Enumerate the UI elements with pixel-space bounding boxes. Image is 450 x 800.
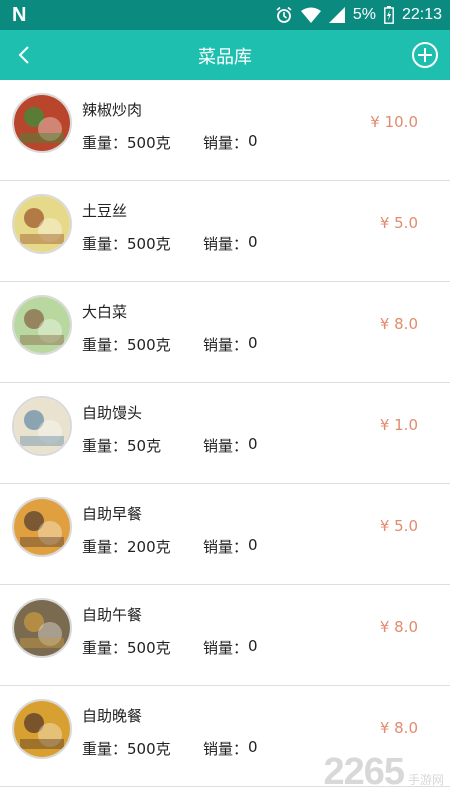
title-bar: 菜品库 [0, 30, 450, 80]
weight-value: 500克 [127, 235, 171, 253]
status-bar: N 5% 22:13 [0, 0, 450, 30]
sales-label: 销量： [203, 740, 249, 758]
dish-row[interactable]: 大白菜 重量： 500克 销量： 0 ¥ 8.0 [0, 282, 450, 383]
dish-price: ¥ 10.0 [370, 113, 418, 131]
signal-icon [328, 7, 345, 23]
plus-circle-icon[interactable] [410, 40, 440, 70]
dish-thumbnail [12, 295, 72, 355]
alarm-icon [276, 6, 292, 23]
dish-thumbnail [12, 93, 72, 153]
status-icons: 5% 22:13 [275, 0, 442, 30]
dish-name: 自助午餐 [82, 606, 143, 624]
dish-photo-icon [14, 701, 70, 757]
weight-label: 重量： [82, 437, 128, 455]
dish-thumbnail [12, 194, 72, 254]
weight-value: 500克 [127, 134, 171, 152]
clock-time: 22:13 [401, 6, 442, 23]
dish-photo-icon [14, 297, 70, 353]
dish-thumbnail [12, 598, 72, 658]
weight-label: 重量： [82, 538, 128, 556]
sales-value: 0 [248, 132, 258, 150]
dish-price: ¥ 8.0 [379, 719, 418, 737]
dish-photo-icon [14, 398, 70, 454]
sales-label: 销量： [203, 538, 249, 556]
sales-value: 0 [248, 738, 258, 756]
dish-row[interactable]: 自助早餐 重量： 200克 销量： 0 ¥ 5.0 [0, 484, 450, 585]
page-title: 菜品库 [198, 47, 252, 68]
dish-name: 自助馒头 [82, 404, 143, 422]
watermark-text: 手游网 [407, 773, 444, 787]
sales-label: 销量： [203, 639, 249, 657]
dish-price: ¥ 5.0 [379, 214, 418, 232]
dish-photo-icon [14, 196, 70, 252]
notification-n-icon: N [12, 4, 27, 26]
sales-label: 销量： [203, 235, 249, 253]
dish-row[interactable]: 辣椒炒肉 重量： 500克 销量： 0 ¥ 10.0 [0, 80, 450, 181]
weight-label: 重量： [82, 235, 128, 253]
dish-photo-icon [14, 499, 70, 555]
weight-value: 500克 [127, 740, 171, 758]
weight-value: 200克 [127, 538, 171, 556]
battery-percent: 5% [352, 6, 376, 23]
dish-price: ¥ 1.0 [379, 416, 418, 434]
sales-value: 0 [248, 536, 258, 554]
sales-value: 0 [248, 334, 258, 352]
weight-value: 500克 [127, 336, 171, 354]
dish-thumbnail [12, 396, 72, 456]
dish-photo-icon [14, 95, 70, 151]
dish-name: 自助晚餐 [82, 707, 143, 725]
dish-price: ¥ 8.0 [379, 315, 418, 333]
sales-label: 销量： [203, 134, 249, 152]
weight-label: 重量： [82, 336, 128, 354]
dish-list: 辣椒炒肉 重量： 500克 销量： 0 ¥ 10.0 土豆丝 重量： 500克 … [0, 80, 450, 787]
weight-label: 重量： [82, 740, 128, 758]
dish-price: ¥ 8.0 [379, 618, 418, 636]
sales-value: 0 [248, 435, 258, 453]
dish-row[interactable]: 自助馒头 重量： 50克 销量： 0 ¥ 1.0 [0, 383, 450, 484]
battery-icon [384, 6, 394, 24]
dish-name: 土豆丝 [82, 202, 128, 220]
weight-value: 500克 [127, 639, 171, 657]
dish-thumbnail [12, 699, 72, 759]
sales-label: 销量： [203, 437, 249, 455]
watermark: 2265 手游网 [323, 751, 444, 794]
dish-price: ¥ 5.0 [379, 517, 418, 535]
weight-label: 重量： [82, 639, 128, 657]
dish-name: 辣椒炒肉 [82, 101, 143, 119]
sales-label: 销量： [203, 336, 249, 354]
dish-row[interactable]: 土豆丝 重量： 500克 销量： 0 ¥ 5.0 [0, 181, 450, 282]
watermark-number: 2265 [323, 751, 405, 793]
sales-value: 0 [248, 637, 258, 655]
wifi-icon [300, 7, 321, 23]
dish-name: 大白菜 [82, 303, 128, 321]
dish-name: 自助早餐 [82, 505, 143, 523]
sales-value: 0 [248, 233, 258, 251]
dish-photo-icon [14, 600, 70, 656]
dish-thumbnail [12, 497, 72, 557]
weight-value: 50克 [127, 437, 162, 455]
weight-label: 重量： [82, 134, 128, 152]
dish-row[interactable]: 自助午餐 重量： 500克 销量： 0 ¥ 8.0 [0, 585, 450, 686]
